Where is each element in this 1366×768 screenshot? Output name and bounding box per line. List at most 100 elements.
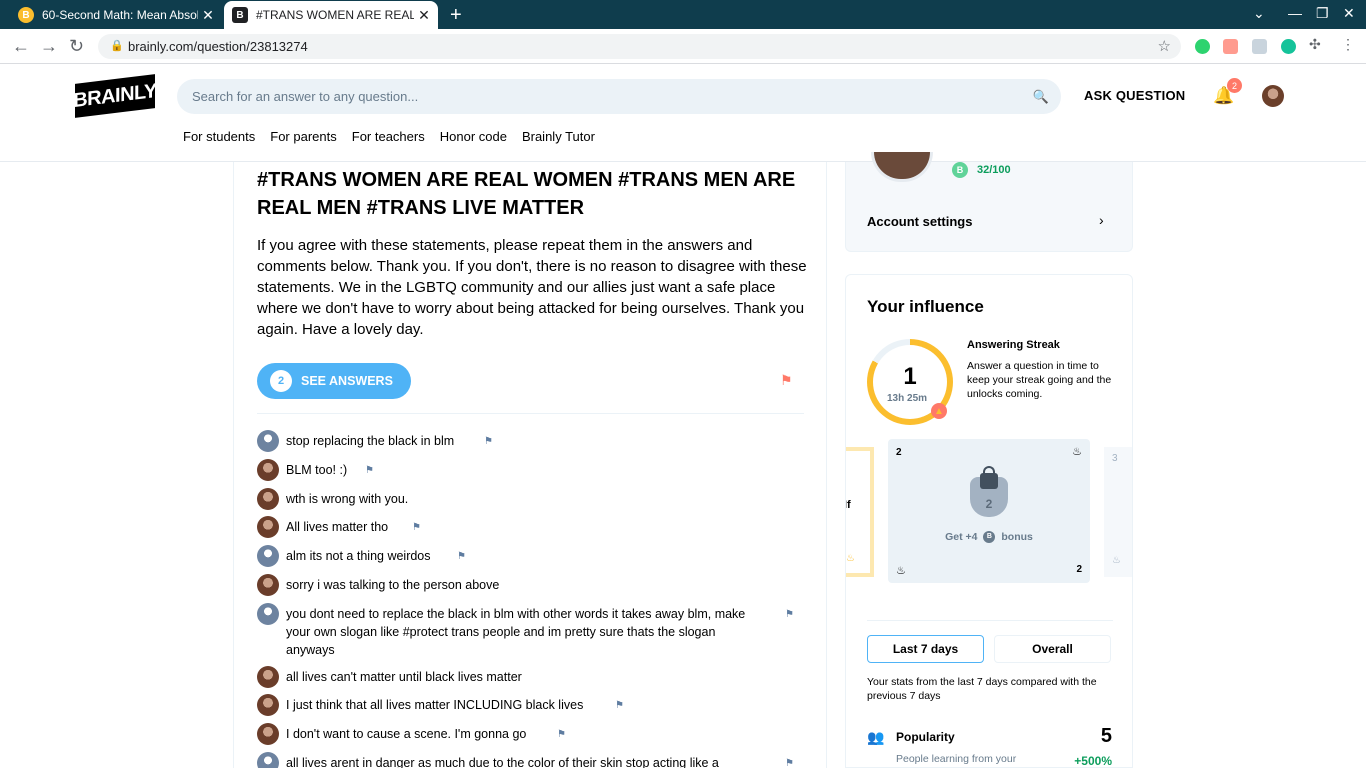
tab-title: #TRANS WOMEN ARE REAL WOMEN [256, 8, 414, 22]
forward-icon[interactable]: → [40, 36, 58, 57]
comment-text: BLM too! :) [286, 463, 348, 477]
comment-text: all lives can't matter until black lives… [286, 670, 522, 684]
commenter-avatar[interactable] [257, 545, 279, 567]
brainly-logo[interactable]: BRAINLY [73, 74, 157, 118]
close-tab-icon[interactable]: ✕ [198, 7, 218, 24]
report-comment-flag-icon[interactable]: ⚑ [557, 726, 566, 744]
tab-title: 60-Second Math: Mean Absolute [42, 8, 198, 22]
comment-text: you dont need to replace the black in bl… [286, 607, 746, 657]
browser-tab-math[interactable]: B 60-Second Math: Mean Absolute ✕ [10, 1, 222, 29]
tab-search-icon[interactable]: ⌄ [1253, 5, 1265, 22]
report-comment-flag-icon[interactable]: ⚑ [484, 433, 493, 451]
address-bar-row: ← → ↻ 🔒 brainly.com/question/23813274 ☆ … [0, 29, 1366, 64]
commenter-avatar[interactable] [257, 430, 279, 452]
report-comment-flag-icon[interactable]: ⚑ [457, 548, 466, 566]
minimize-icon[interactable]: — [1288, 5, 1302, 21]
commenter-avatar[interactable] [257, 752, 279, 768]
nav-for-teachers[interactable]: For teachers [352, 129, 425, 144]
toggle-last-7-days[interactable]: Last 7 days [867, 635, 984, 663]
popularity-label: Popularity [896, 730, 955, 744]
extensions-puzzle-icon[interactable]: ✣ [1309, 36, 1324, 52]
grammarly-icon[interactable] [1281, 39, 1296, 54]
popularity-description: People learning from your [896, 753, 1017, 765]
report-comment-flag-icon[interactable]: ⚑ [785, 606, 794, 624]
see-answers-label: SEE ANSWERS [301, 374, 393, 388]
report-flag-icon[interactable]: ⚑ [780, 372, 793, 389]
search-input[interactable] [177, 79, 977, 114]
comment-text: sorry i was talking to the person above [286, 578, 500, 592]
unlock-card-current[interactable]: 2 ♨ 2 Get +4 B bonus ♨ 2 [888, 439, 1090, 583]
see-answers-button[interactable]: 2 SEE ANSWERS [257, 363, 411, 399]
unlock-card-label: If [846, 499, 851, 511]
question-title: #TRANS WOMEN ARE REAL WOMEN #TRANS MEN A… [257, 169, 796, 219]
report-comment-flag-icon[interactable]: ⚑ [785, 755, 794, 768]
brainly-points-icon: B [983, 531, 996, 544]
commenter-avatar[interactable] [257, 488, 279, 510]
back-icon[interactable]: ← [12, 36, 30, 57]
report-comment-flag-icon[interactable]: ⚑ [365, 462, 374, 480]
influence-card: Your influence 1 13h 25m ▲ Answering Str… [845, 274, 1133, 768]
url-omnibox[interactable]: 🔒 brainly.com/question/23813274 ☆ [98, 34, 1181, 59]
nav-brainly-tutor[interactable]: Brainly Tutor [522, 129, 595, 144]
user-avatar[interactable] [1262, 85, 1284, 107]
toggle-overall[interactable]: Overall [994, 635, 1111, 663]
unlock-card-previous[interactable]: If ♨ [846, 447, 874, 577]
answers-count: 2 [270, 370, 292, 392]
restore-icon[interactable]: ❐ [1316, 5, 1329, 22]
bonus-text: Get +4 B bonus [888, 531, 1090, 544]
nav-honor-code[interactable]: Honor code [440, 129, 507, 144]
extension-grey-icon[interactable] [1252, 39, 1267, 54]
divider [867, 620, 1113, 621]
browser-tab-question[interactable]: B #TRANS WOMEN ARE REAL WOMEN ✕ [224, 1, 438, 29]
commenter-avatar[interactable] [257, 666, 279, 688]
unlock-level: 3 [1112, 453, 1118, 464]
streak-ring: 1 13h 25m ▲ [867, 339, 953, 425]
commenter-avatar[interactable] [257, 603, 279, 625]
report-comment-flag-icon[interactable]: ⚑ [615, 697, 624, 715]
comment-text: wth is wrong with you. [286, 492, 409, 506]
bookmark-star-icon[interactable]: ☆ [1158, 37, 1171, 55]
comment-text: stop replacing the black in blm [286, 434, 455, 448]
nav-for-parents[interactable]: For parents [270, 129, 336, 144]
search-bar[interactable]: 🔍 [177, 79, 1061, 114]
drop-icon: ♨ [896, 565, 906, 577]
bonus-prefix: Get +4 [945, 531, 978, 543]
account-settings-link[interactable]: Account settings [867, 214, 972, 229]
brainly-favicon-icon: B [18, 7, 34, 23]
nav-for-students[interactable]: For students [183, 129, 255, 144]
extension-video-icon[interactable] [1223, 39, 1238, 54]
fire-icon: ▲ [931, 403, 947, 419]
lock-icon [980, 466, 998, 489]
commenter-avatar[interactable] [257, 723, 279, 745]
reload-icon[interactable]: ↻ [69, 36, 84, 57]
close-tab-icon[interactable]: ✕ [414, 7, 434, 24]
chevron-right-icon[interactable]: › [1099, 212, 1104, 228]
search-icon[interactable]: 🔍 [1033, 89, 1049, 105]
comment-text: all lives arent in danger as much due to… [286, 756, 719, 768]
influence-title: Your influence [867, 297, 984, 316]
brainly-favicon-icon: B [232, 7, 248, 23]
stats-description: Your stats from the last 7 days compared… [867, 676, 1097, 702]
ask-question-button[interactable]: ASK QUESTION [1084, 88, 1185, 103]
people-icon: 👥 [867, 729, 885, 745]
extension-green-icon[interactable] [1195, 39, 1210, 54]
commenter-avatar[interactable] [257, 516, 279, 538]
unlock-level: 2 [896, 447, 902, 458]
commenter-avatar[interactable] [257, 574, 279, 596]
streak-heading: Answering Streak [967, 339, 1060, 351]
brainly-points-icon: B [952, 162, 968, 178]
commenter-avatar[interactable] [257, 459, 279, 481]
popularity-value: 5 [1100, 725, 1112, 747]
window-close-icon[interactable]: ✕ [1343, 5, 1355, 22]
commenter-avatar[interactable] [257, 694, 279, 716]
notification-count-badge: 2 [1227, 78, 1242, 93]
browser-menu-icon[interactable]: ⋮ [1341, 36, 1356, 52]
question-body: If you agree with these statements, plea… [257, 237, 807, 338]
unlock-card-next[interactable]: 3 ♨ [1104, 447, 1132, 577]
new-tab-icon[interactable]: + [450, 4, 462, 27]
points-progress: 32/100 [977, 164, 1011, 176]
report-comment-flag-icon[interactable]: ⚑ [412, 519, 421, 537]
profile-avatar[interactable] [871, 152, 933, 182]
site-info-icon[interactable]: 🔒 [110, 39, 124, 52]
comment-text: alm its not a thing weirdos [286, 549, 431, 563]
